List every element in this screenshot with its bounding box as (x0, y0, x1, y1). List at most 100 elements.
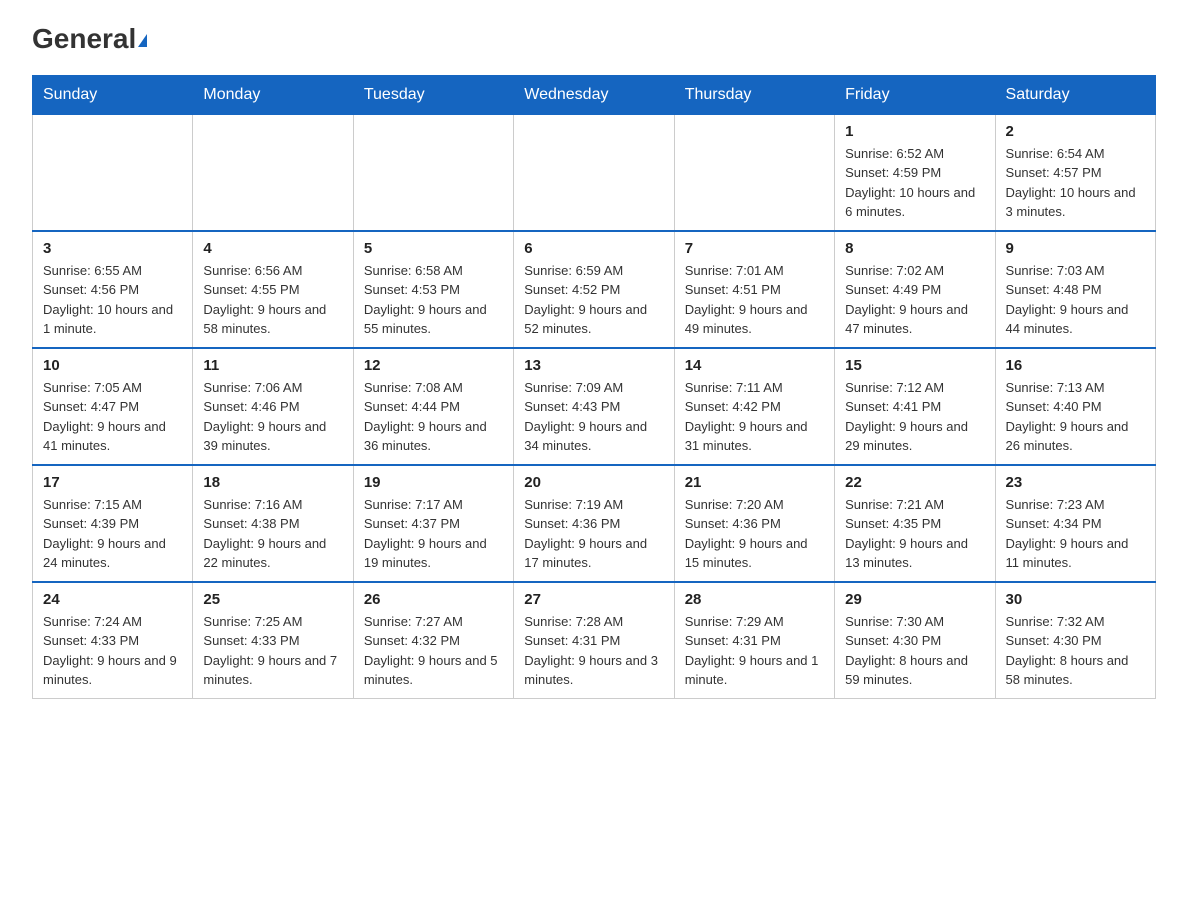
weekday-header-saturday: Saturday (995, 75, 1155, 114)
logo-text: General (32, 24, 147, 55)
day-info: Sunrise: 6:59 AMSunset: 4:52 PMDaylight:… (524, 261, 663, 339)
day-number: 13 (524, 357, 663, 374)
day-info: Sunrise: 7:08 AMSunset: 4:44 PMDaylight:… (364, 378, 503, 456)
calendar-cell: 24Sunrise: 7:24 AMSunset: 4:33 PMDayligh… (33, 582, 193, 699)
day-info: Sunrise: 7:23 AMSunset: 4:34 PMDaylight:… (1006, 495, 1145, 573)
day-info: Sunrise: 7:15 AMSunset: 4:39 PMDaylight:… (43, 495, 182, 573)
day-info: Sunrise: 7:11 AMSunset: 4:42 PMDaylight:… (685, 378, 824, 456)
weekday-header-friday: Friday (835, 75, 995, 114)
calendar-cell: 27 Sunrise: 7:28 AMSunset: 4:31 PMDayligh… (514, 582, 674, 699)
day-info: Sunrise: 7:17 AMSunset: 4:37 PMDaylight:… (364, 495, 503, 573)
calendar-cell: 30 Sunrise: 7:32 AMSunset: 4:30 PMDayligh… (995, 582, 1155, 699)
calendar-cell: 7 Sunrise: 7:01 AMSunset: 4:51 PMDaylight… (674, 231, 834, 348)
day-number: 4 (203, 240, 342, 257)
day-number: 1 (845, 123, 984, 140)
day-info: Sunrise: 7:03 AMSunset: 4:48 PMDaylight:… (1006, 261, 1145, 339)
day-info: Sunrise: 6:54 AMSunset: 4:57 PMDaylight:… (1006, 144, 1145, 222)
calendar-cell: 29 Sunrise: 7:30 AMSunset: 4:30 PMDayligh… (835, 582, 995, 699)
weekday-header-row: SundayMondayTuesdayWednesdayThursdayFrid… (33, 75, 1156, 114)
calendar-cell: 8 Sunrise: 7:02 AMSunset: 4:49 PMDaylight… (835, 231, 995, 348)
page-header: General (32, 24, 1156, 55)
calendar-cell: 10Sunrise: 7:05 AMSunset: 4:47 PMDayligh… (33, 348, 193, 465)
calendar-cell: 18 Sunrise: 7:16 AMSunset: 4:38 PMDayligh… (193, 465, 353, 582)
day-info: Sunrise: 7:13 AMSunset: 4:40 PMDaylight:… (1006, 378, 1145, 456)
day-number: 17 (43, 474, 182, 491)
calendar-cell: 13 Sunrise: 7:09 AMSunset: 4:43 PMDayligh… (514, 348, 674, 465)
calendar-cell: 20Sunrise: 7:19 AMSunset: 4:36 PMDayligh… (514, 465, 674, 582)
calendar-cell: 22 Sunrise: 7:21 AMSunset: 4:35 PMDayligh… (835, 465, 995, 582)
day-number: 5 (364, 240, 503, 257)
day-number: 2 (1006, 123, 1145, 140)
day-number: 11 (203, 357, 342, 374)
weekday-header-sunday: Sunday (33, 75, 193, 114)
day-info: Sunrise: 7:20 AMSunset: 4:36 PMDaylight:… (685, 495, 824, 573)
day-number: 26 (364, 591, 503, 608)
day-number: 12 (364, 357, 503, 374)
calendar-cell: 6 Sunrise: 6:59 AMSunset: 4:52 PMDaylight… (514, 231, 674, 348)
day-info: Sunrise: 7:01 AMSunset: 4:51 PMDaylight:… (685, 261, 824, 339)
day-info: Sunrise: 7:32 AMSunset: 4:30 PMDaylight:… (1006, 612, 1145, 690)
day-info: Sunrise: 7:29 AMSunset: 4:31 PMDaylight:… (685, 612, 824, 690)
calendar-cell (674, 114, 834, 231)
calendar-cell (193, 114, 353, 231)
calendar-cell: 2 Sunrise: 6:54 AMSunset: 4:57 PMDaylight… (995, 114, 1155, 231)
day-info: Sunrise: 7:02 AMSunset: 4:49 PMDaylight:… (845, 261, 984, 339)
day-info: Sunrise: 6:56 AMSunset: 4:55 PMDaylight:… (203, 261, 342, 339)
day-number: 25 (203, 591, 342, 608)
calendar-cell: 21 Sunrise: 7:20 AMSunset: 4:36 PMDayligh… (674, 465, 834, 582)
calendar-cell: 1 Sunrise: 6:52 AMSunset: 4:59 PMDaylight… (835, 114, 995, 231)
day-number: 28 (685, 591, 824, 608)
calendar-cell: 5 Sunrise: 6:58 AMSunset: 4:53 PMDaylight… (353, 231, 513, 348)
day-info: Sunrise: 6:55 AMSunset: 4:56 PMDaylight:… (43, 261, 182, 339)
calendar-table: SundayMondayTuesdayWednesdayThursdayFrid… (32, 75, 1156, 699)
day-number: 15 (845, 357, 984, 374)
day-number: 30 (1006, 591, 1145, 608)
calendar-cell: 12 Sunrise: 7:08 AMSunset: 4:44 PMDayligh… (353, 348, 513, 465)
calendar-cell: 15 Sunrise: 7:12 AMSunset: 4:41 PMDayligh… (835, 348, 995, 465)
calendar-cell: 17 Sunrise: 7:15 AMSunset: 4:39 PMDayligh… (33, 465, 193, 582)
calendar-cell: 11 Sunrise: 7:06 AMSunset: 4:46 PMDayligh… (193, 348, 353, 465)
weekday-header-wednesday: Wednesday (514, 75, 674, 114)
day-number: 14 (685, 357, 824, 374)
day-number: 7 (685, 240, 824, 257)
calendar-cell (353, 114, 513, 231)
logo: General (32, 24, 147, 55)
day-info: Sunrise: 6:52 AMSunset: 4:59 PMDaylight:… (845, 144, 984, 222)
day-info: Sunrise: 7:25 AMSunset: 4:33 PMDaylight:… (203, 612, 342, 690)
day-info: Sunrise: 7:27 AMSunset: 4:32 PMDaylight:… (364, 612, 503, 690)
day-info: Sunrise: 7:12 AMSunset: 4:41 PMDaylight:… (845, 378, 984, 456)
day-info: Sunrise: 7:30 AMSunset: 4:30 PMDaylight:… (845, 612, 984, 690)
day-number: 22 (845, 474, 984, 491)
weekday-header-monday: Monday (193, 75, 353, 114)
day-number: 8 (845, 240, 984, 257)
day-number: 29 (845, 591, 984, 608)
calendar-cell: 28 Sunrise: 7:29 AMSunset: 4:31 PMDayligh… (674, 582, 834, 699)
weekday-header-thursday: Thursday (674, 75, 834, 114)
calendar-cell: 4 Sunrise: 6:56 AMSunset: 4:55 PMDaylight… (193, 231, 353, 348)
calendar-week-row: 17 Sunrise: 7:15 AMSunset: 4:39 PMDayligh… (33, 465, 1156, 582)
calendar-week-row: 10Sunrise: 7:05 AMSunset: 4:47 PMDayligh… (33, 348, 1156, 465)
calendar-cell: 25 Sunrise: 7:25 AMSunset: 4:33 PMDayligh… (193, 582, 353, 699)
day-info: Sunrise: 7:21 AMSunset: 4:35 PMDaylight:… (845, 495, 984, 573)
day-number: 20 (524, 474, 663, 491)
day-info: Sunrise: 7:16 AMSunset: 4:38 PMDaylight:… (203, 495, 342, 573)
day-info: Sunrise: 7:05 AMSunset: 4:47 PMDaylight:… (43, 378, 182, 456)
calendar-cell: 26 Sunrise: 7:27 AMSunset: 4:32 PMDayligh… (353, 582, 513, 699)
calendar-cell: 9Sunrise: 7:03 AMSunset: 4:48 PMDaylight… (995, 231, 1155, 348)
calendar-cell: 23 Sunrise: 7:23 AMSunset: 4:34 PMDayligh… (995, 465, 1155, 582)
day-number: 16 (1006, 357, 1145, 374)
day-info: Sunrise: 7:06 AMSunset: 4:46 PMDaylight:… (203, 378, 342, 456)
weekday-header-tuesday: Tuesday (353, 75, 513, 114)
day-info: Sunrise: 7:28 AMSunset: 4:31 PMDaylight:… (524, 612, 663, 690)
day-number: 3 (43, 240, 182, 257)
calendar-cell: 19Sunrise: 7:17 AMSunset: 4:37 PMDayligh… (353, 465, 513, 582)
day-info: Sunrise: 7:09 AMSunset: 4:43 PMDaylight:… (524, 378, 663, 456)
day-number: 27 (524, 591, 663, 608)
day-info: Sunrise: 6:58 AMSunset: 4:53 PMDaylight:… (364, 261, 503, 339)
calendar-cell: 16 Sunrise: 7:13 AMSunset: 4:40 PMDayligh… (995, 348, 1155, 465)
day-number: 6 (524, 240, 663, 257)
calendar-cell: 3 Sunrise: 6:55 AMSunset: 4:56 PMDaylight… (33, 231, 193, 348)
day-number: 23 (1006, 474, 1145, 491)
day-number: 21 (685, 474, 824, 491)
day-number: 18 (203, 474, 342, 491)
